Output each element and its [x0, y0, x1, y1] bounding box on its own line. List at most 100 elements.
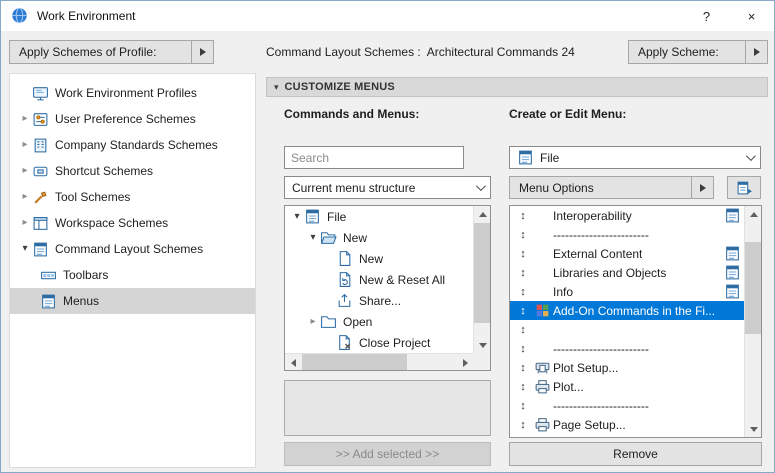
tree-item-file[interactable]: ▾ File — [285, 206, 473, 227]
drag-handle-icon[interactable]: ↕ — [514, 324, 532, 336]
scrollbar-thumb[interactable] — [302, 354, 407, 371]
apply-schemes-of-profile-button[interactable]: Apply Schemes of Profile: — [9, 40, 214, 64]
drag-handle-icon[interactable]: ↕ — [514, 400, 532, 412]
menu-item-interoperability[interactable]: ↕ Interoperability — [510, 206, 744, 225]
drag-handle-icon[interactable]: ↕ — [514, 267, 532, 279]
tree-item-new[interactable]: New — [285, 248, 473, 269]
apply-scheme-button[interactable]: Apply Scheme: — [628, 40, 768, 64]
menu-item-label: Interoperability — [553, 209, 632, 223]
customize-menus-section-header[interactable]: ▾ CUSTOMIZE MENUS — [266, 77, 768, 97]
tree-item-open[interactable]: ▸ Open — [285, 311, 473, 332]
menu-item-plot-setup[interactable]: ↕ Plot Setup... — [510, 358, 744, 377]
menu-separator[interactable]: ↕ ------------------------ — [510, 339, 744, 358]
new-menu-icon — [736, 179, 753, 196]
chevron-down-icon[interactable]: ▾ — [306, 233, 320, 243]
drag-handle-icon[interactable]: ↕ — [514, 210, 532, 222]
commands-and-menus-title: Commands and Menus: — [284, 107, 419, 121]
flyout-arrow-icon[interactable] — [691, 177, 713, 198]
remove-button[interactable]: Remove — [509, 442, 762, 466]
chevron-down-icon[interactable]: ▾ — [18, 244, 32, 254]
tree-item-new-folder[interactable]: ▾ New — [285, 227, 473, 248]
scrollbar-thumb[interactable] — [745, 242, 762, 334]
vertical-scrollbar[interactable] — [744, 206, 761, 437]
command-layout-icon — [32, 241, 49, 258]
drag-handle-icon[interactable]: ↕ — [514, 381, 532, 393]
sidebar-item-work-environment-profiles[interactable]: Work Environment Profiles — [10, 80, 255, 106]
close-button[interactable]: × — [729, 1, 774, 31]
company-standards-icon — [32, 137, 49, 154]
tree-item-label: File — [327, 210, 346, 224]
menu-item-info[interactable]: ↕ Info — [510, 282, 744, 301]
scroll-up-button[interactable] — [745, 206, 762, 222]
chevron-down-icon — [746, 151, 756, 161]
menu-item-plot[interactable]: ↕ Plot... — [510, 377, 744, 396]
menu-item-label: Libraries and Objects — [553, 266, 666, 280]
sidebar-item-workspace-schemes[interactable]: ▸ Workspace Schemes — [10, 210, 255, 236]
sidebar-item-tool-schemes[interactable]: ▸ Tool Schemes — [10, 184, 255, 210]
titlebar-buttons: ? × — [684, 1, 774, 31]
scrollbar-thumb[interactable] — [474, 223, 491, 323]
menu-structure-dropdown[interactable]: Current menu structure — [284, 176, 491, 199]
tree-item-label: New — [359, 252, 383, 266]
search-input[interactable] — [284, 146, 464, 169]
sidebar-item-label: Shortcut Schemes — [55, 164, 153, 178]
window-title: Work Environment — [37, 9, 135, 23]
menu-item-libraries-and-objects[interactable]: ↕ Libraries and Objects — [510, 263, 744, 282]
vertical-scrollbar[interactable] — [473, 206, 490, 353]
tree-item-close-project[interactable]: Close Project — [285, 332, 473, 353]
command-description-box — [284, 380, 491, 436]
flyout-arrow-icon[interactable] — [745, 41, 767, 63]
new-menu-button[interactable] — [727, 176, 761, 199]
sidebar-item-company-standards-schemes[interactable]: ▸ Company Standards Schemes — [10, 132, 255, 158]
scroll-left-button[interactable] — [285, 354, 301, 371]
sidebar-item-user-preference-schemes[interactable]: ▸ User Preference Schemes — [10, 106, 255, 132]
menu-item-empty[interactable]: ↕ — [510, 320, 744, 339]
collapse-icon[interactable]: ▾ — [274, 82, 279, 93]
tree-item-share[interactable]: Share... — [285, 290, 473, 311]
menu-item-external-content[interactable]: ↕ External Content — [510, 244, 744, 263]
folder-open-icon — [320, 229, 337, 246]
scroll-right-button[interactable] — [457, 354, 473, 371]
menu-item-label: Page Setup... — [553, 418, 626, 432]
drag-handle-icon[interactable]: ↕ — [514, 286, 532, 298]
help-button[interactable]: ? — [684, 1, 729, 31]
sidebar-item-toolbars[interactable]: Toolbars — [10, 262, 255, 288]
menu-item-page-setup[interactable]: ↕ Page Setup... — [510, 415, 744, 434]
flyout-arrow-icon[interactable] — [191, 41, 213, 63]
drag-handle-icon[interactable]: ↕ — [514, 419, 532, 431]
chevron-right-icon[interactable]: ▸ — [306, 317, 320, 327]
sidebar-item-shortcut-schemes[interactable]: ▸ Shortcut Schemes — [10, 158, 255, 184]
sidebar-item-command-layout-schemes[interactable]: ▾ Command Layout Schemes — [10, 236, 255, 262]
sidebar-item-label: Command Layout Schemes — [55, 242, 203, 256]
menu-separator[interactable]: ↕ ------------------------ — [510, 396, 744, 415]
apply-scheme-label: Apply Scheme: — [629, 41, 745, 63]
drag-handle-icon[interactable]: ↕ — [514, 248, 532, 260]
tree-item-new-and-reset-all[interactable]: New & Reset All — [285, 269, 473, 290]
chevron-right-icon[interactable]: ▸ — [18, 166, 32, 176]
drag-handle-icon[interactable]: ↕ — [514, 229, 532, 241]
edit-menu-dropdown[interactable]: File — [509, 146, 761, 169]
scrollbar-corner — [473, 353, 490, 370]
horizontal-scrollbar[interactable] — [285, 353, 473, 370]
sidebar-item-label: Company Standards Schemes — [55, 138, 218, 152]
menu-icon — [304, 208, 321, 225]
menu-options-button[interactable]: Menu Options — [509, 176, 714, 199]
scroll-down-button[interactable] — [474, 337, 491, 353]
menu-item-add-on-commands[interactable]: ↕ Add-On Commands in the Fi... — [510, 301, 744, 320]
sidebar-item-menus[interactable]: Menus — [10, 288, 255, 314]
chevron-right-icon[interactable]: ▸ — [18, 140, 32, 150]
chevron-right-icon[interactable]: ▸ — [18, 114, 32, 124]
chevron-right-icon[interactable]: ▸ — [18, 218, 32, 228]
add-selected-button[interactable]: >> Add selected >> — [284, 442, 491, 466]
drag-handle-icon[interactable]: ↕ — [514, 343, 532, 355]
scroll-down-button[interactable] — [745, 421, 762, 437]
menu-item-label: Add-On Commands in the Fi... — [553, 304, 715, 318]
drag-handle-icon[interactable]: ↕ — [514, 305, 532, 317]
menu-items-list: ↕ Interoperability ↕ -------------------… — [510, 206, 744, 437]
menu-separator[interactable]: ↕ ------------------------ — [510, 225, 744, 244]
scroll-up-button[interactable] — [474, 206, 491, 222]
chevron-down-icon[interactable]: ▾ — [290, 212, 304, 222]
drag-handle-icon[interactable]: ↕ — [514, 362, 532, 374]
chevron-right-icon[interactable]: ▸ — [18, 192, 32, 202]
workspace-icon — [32, 215, 49, 232]
